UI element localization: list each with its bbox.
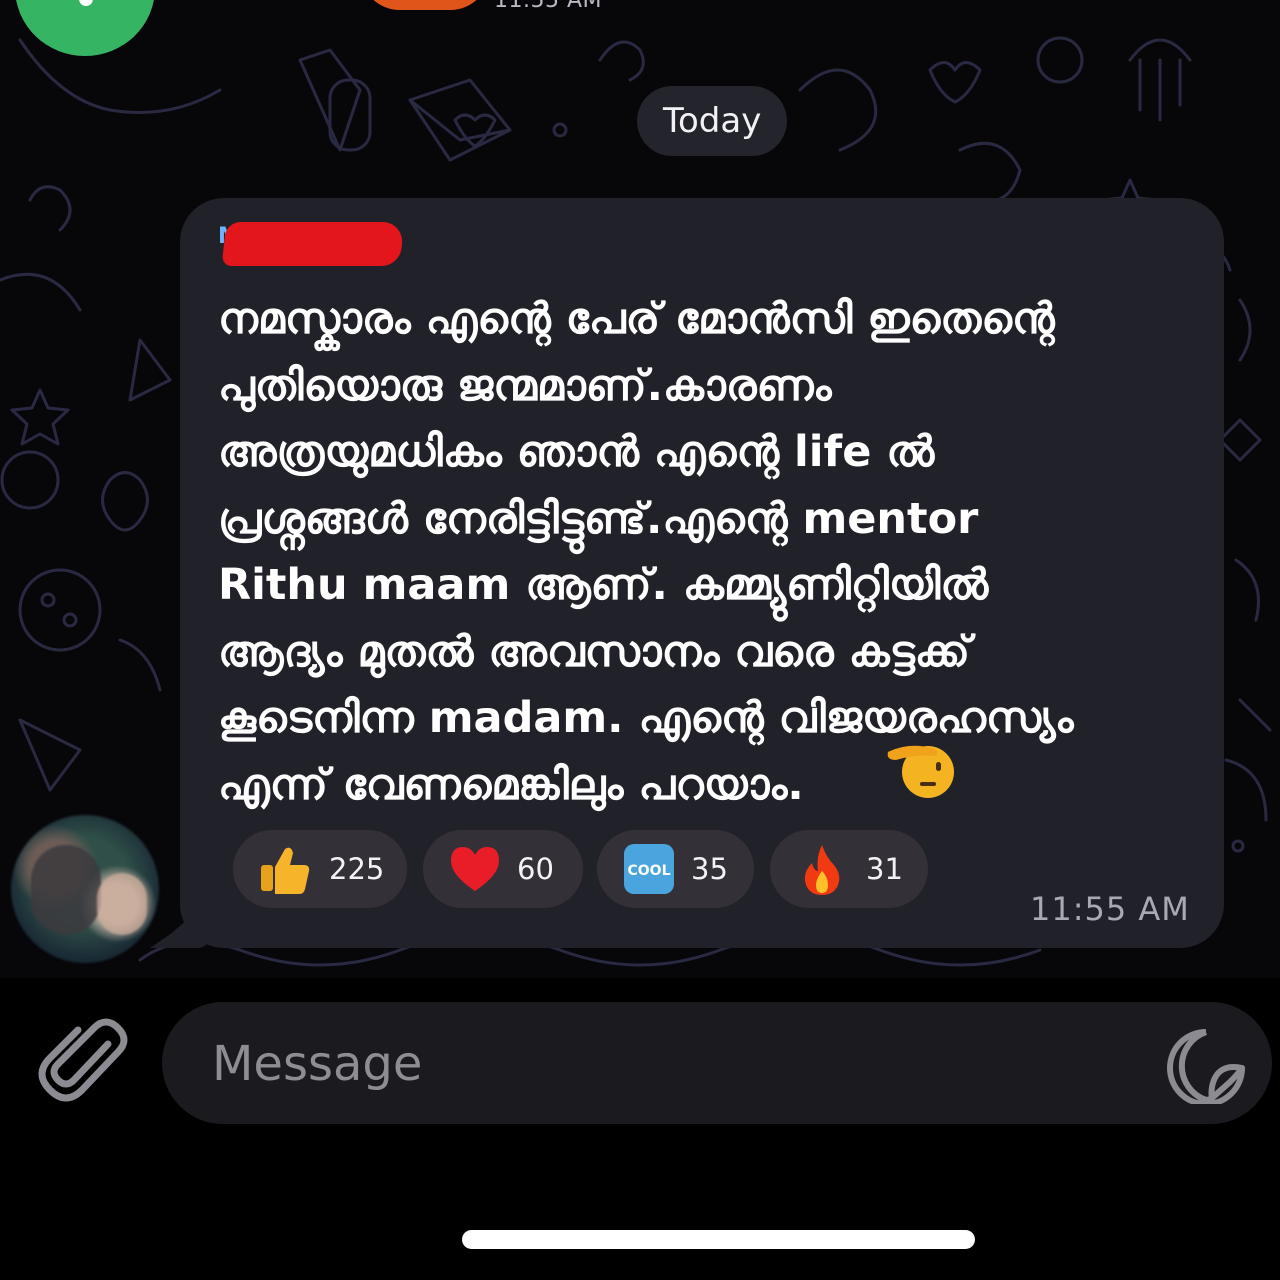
message-input[interactable] [210,1028,1114,1100]
message-time: 11:55 AM [1030,890,1190,928]
message-text: നമസ്കാരം എന്റെ പേര് മോൻസി ഇതെന്റെ പുതിയൊ… [218,286,1208,818]
cool-button-icon: COOL [624,844,674,894]
paperclip-icon[interactable] [38,1014,130,1110]
fire-icon [804,845,840,895]
thumbs-up-icon [261,847,310,894]
reaction-heart[interactable]: 60 [423,830,583,908]
reaction-count: 60 [517,852,554,886]
reaction-cool[interactable]: COOL 35 [597,830,754,908]
home-indicator[interactable] [462,1230,975,1249]
sticker-icon[interactable] [1164,1026,1248,1104]
reaction-count: 225 [329,852,385,886]
reaction-thumbs-up[interactable]: 225 [233,830,407,908]
chat-area[interactable]: 11.55 AM Today M നമസ്കാരം എന്റെ പേര് മോൻ… [0,0,1280,978]
message-line: നമസ്കാരം എന്റെ പേര് മോൻസി ഇതെന്റെ [218,294,1055,344]
message-line: പുതിയൊരു ജന്മമാണ്.കാരണം [218,360,832,411]
message-field[interactable] [162,1002,1272,1124]
message-line: എന്ന് വേണമെങ്കിലും പറയാം. [218,759,804,810]
message-line: കൂടെനിന്ന madam. എന്റെ വിജയരഹസ്യം [218,693,1074,743]
message-line: ആദ്യം മുതൽ അവസാനം വരെ കട്ടക്ക് [218,626,971,677]
previous-message-time: 11.55 AM [494,0,603,13]
date-separator: Today [637,86,788,156]
reaction-count: 35 [691,852,728,886]
saluting-face-icon [887,745,954,798]
reaction-count: 31 [866,852,903,886]
message-line: Rithu maam ആണ്. കമ്മ്യുണിറ്റിയിൽ [218,560,989,610]
sender-name-redaction [221,222,405,266]
cool-button-label: COOL [628,863,671,879]
message-line: പ്രശ്നങ്ങൾ നേരിട്ടിട്ടുണ്ട്.എന്റെ mentor [218,493,979,544]
reaction-fire[interactable]: 31 [770,830,928,908]
sender-avatar[interactable] [11,815,159,963]
message-line: അത്രയുമധികം ഞാൻ എന്റെ life ൽ [218,427,935,477]
red-heart-icon [451,847,499,891]
date-separator-label: Today [663,101,762,141]
